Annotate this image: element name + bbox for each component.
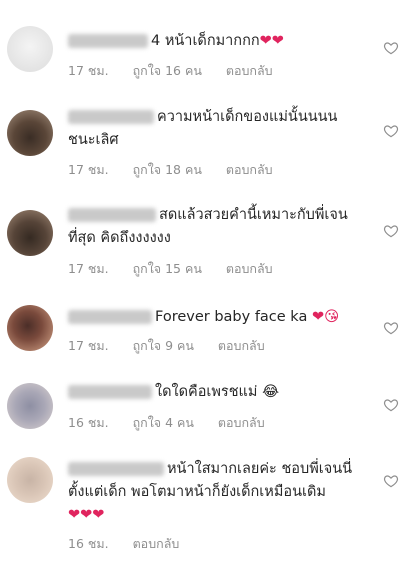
username-redacted[interactable]	[68, 208, 156, 222]
comment-time: 16 ชม.	[68, 415, 109, 430]
heart-outline-icon[interactable]	[383, 320, 399, 336]
comment-meta: 16 ชม. ตอบกลับ	[68, 534, 199, 554]
avatar[interactable]	[7, 210, 53, 256]
username-redacted[interactable]	[68, 110, 154, 124]
comment-time: 17 ชม.	[68, 162, 109, 177]
username-redacted[interactable]	[68, 34, 148, 48]
comment-meta: 17 ชม. ถูกใจ 16 คน ตอบกลับ	[68, 61, 293, 81]
reply-button[interactable]: ตอบกลับ	[226, 261, 273, 276]
heart-outline-icon[interactable]	[383, 473, 399, 489]
username-redacted[interactable]	[68, 310, 152, 324]
avatar[interactable]	[7, 110, 53, 156]
comment-time: 17 ชม.	[68, 261, 109, 276]
comment-time: 17 ชม.	[68, 63, 109, 78]
comment-text: 4 หน้าเด็กมากกก❤❤	[68, 30, 368, 53]
emoji-reaction: ❤😘	[311, 309, 340, 325]
likes-count-link[interactable]: ถูกใจ 16 คน	[133, 63, 202, 78]
avatar[interactable]	[7, 305, 53, 351]
likes-count-link[interactable]: ถูกใจ 18 คน	[133, 162, 202, 177]
comment-text: ใดใดคือเพรชแม่ 😂	[68, 381, 368, 404]
username-redacted[interactable]	[68, 462, 164, 476]
likes-count-link[interactable]: ถูกใจ 9 คน	[133, 338, 194, 353]
comment-text: สดแล้วสวยคำนี้เหมาะกับพี่เจนที่สุด คิดถึ…	[68, 204, 368, 250]
comment-text: หน้าใสมากเลยค่ะ ชอบพี่เจนนี่ตั้งแต่เด็ก …	[68, 458, 368, 527]
avatar[interactable]	[7, 26, 53, 72]
comment-text: ความหน้าเด็กของแม่นั้นนนน ชนะเลิศ	[68, 106, 368, 152]
comment-body: 4 หน้าเด็กมากกก	[151, 33, 260, 49]
reply-button[interactable]: ตอบกลับ	[226, 63, 273, 78]
reply-button[interactable]: ตอบกลับ	[226, 162, 273, 177]
comment-meta: 17 ชม. ถูกใจ 9 คน ตอบกลับ	[68, 336, 285, 356]
heart-outline-icon[interactable]	[383, 223, 399, 239]
avatar[interactable]	[7, 457, 53, 503]
emoji-reaction: 😂	[262, 384, 280, 400]
avatar[interactable]	[7, 383, 53, 429]
comment-body: Forever baby face ka	[155, 309, 308, 325]
comment-time: 17 ชม.	[68, 338, 109, 353]
reply-button[interactable]: ตอบกลับ	[218, 415, 265, 430]
heart-emoji: ❤❤❤	[68, 507, 105, 523]
comment-meta: 16 ชม. ถูกใจ 4 คน ตอบกลับ	[68, 413, 285, 433]
likes-count-link[interactable]: ถูกใจ 4 คน	[133, 415, 194, 430]
heart-emoji: ❤❤	[259, 33, 284, 49]
username-redacted[interactable]	[68, 385, 152, 399]
heart-outline-icon[interactable]	[383, 40, 399, 56]
comment-meta: 17 ชม. ถูกใจ 18 คน ตอบกลับ	[68, 160, 293, 180]
reply-button[interactable]: ตอบกลับ	[218, 338, 265, 353]
comment-body: ใดใดคือเพรชแม่	[155, 384, 258, 400]
comment-meta: 17 ชม. ถูกใจ 15 คน ตอบกลับ	[68, 259, 293, 279]
comment-time: 16 ชม.	[68, 536, 109, 551]
comment-text: Forever baby face ka ❤😘	[68, 306, 368, 329]
likes-count-link[interactable]: ถูกใจ 15 คน	[133, 261, 202, 276]
reply-button[interactable]: ตอบกลับ	[133, 536, 180, 551]
heart-outline-icon[interactable]	[383, 397, 399, 413]
heart-outline-icon[interactable]	[383, 123, 399, 139]
